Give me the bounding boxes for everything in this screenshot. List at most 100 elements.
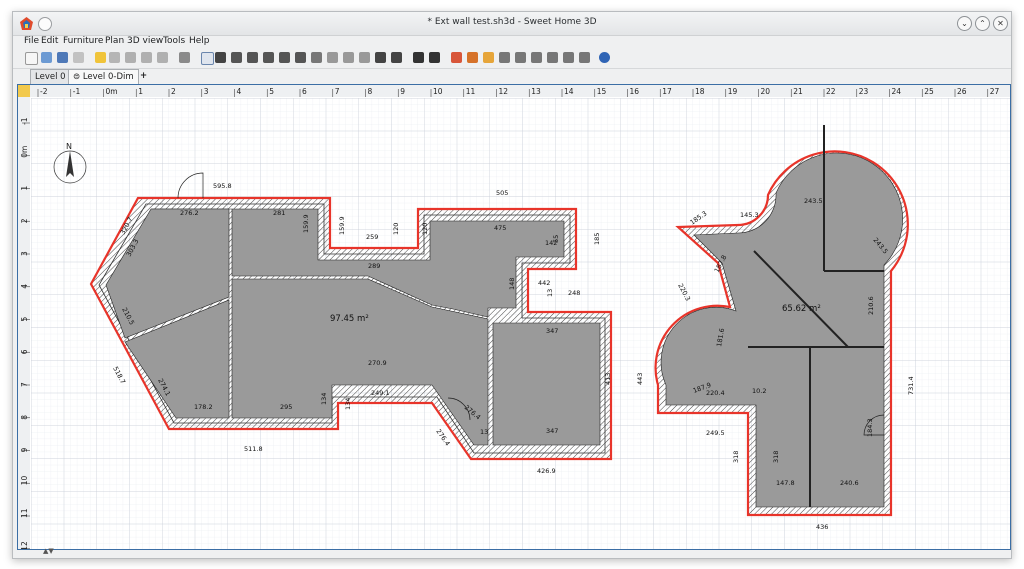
dimension-label: 120 [392,223,400,235]
dimension-label: 426.9 [537,467,556,475]
create-photo-icon[interactable] [413,52,424,63]
menu-help[interactable]: Help [189,36,210,46]
create-rooms-icon[interactable] [247,52,258,63]
modify-icon[interactable] [563,52,574,63]
ruler-label: 11 [466,87,476,96]
ruler-label: 4 [20,284,29,289]
ruler-label: 14 [564,87,574,96]
ruler-label: 0m [20,146,29,158]
redo-icon[interactable] [109,52,120,63]
paste-icon[interactable] [157,52,168,63]
dimension-label: 159.9 [302,214,310,233]
dimension-label: 120 [421,223,429,235]
dimension-label: 134 [320,393,328,405]
dimension-label: 259 [366,233,378,241]
split-icon[interactable] [499,52,510,63]
walls-icon[interactable] [451,52,462,63]
create-labels-icon[interactable] [295,52,306,63]
dimension-label: 295 [280,403,292,411]
check-icon[interactable] [579,52,590,63]
ruler-label: 8 [368,87,373,96]
create-polylines-icon[interactable] [263,52,274,63]
ruler-label: 24 [892,87,902,96]
ruler-label: 2 [20,218,29,223]
dimension-label: 413 [604,373,612,385]
toolbar [13,50,1011,69]
bold-icon[interactable] [359,52,370,63]
ruler-label: 22 [826,87,836,96]
ruler-label: 20 [761,87,771,96]
flip-icon[interactable] [531,52,542,63]
plan-canvas[interactable]: -2 -1 0m 1 2 3 4 5 6 7 8 9 10 11 12 13 14 15 16 17 18 19 20 21 2… [18,85,1010,549]
ruler-label: 1 [138,87,143,96]
save-icon[interactable] [57,52,68,63]
ruler-corner-icon [18,85,30,97]
menu-file[interactable]: File [24,36,39,46]
create-walls-icon[interactable] [231,52,242,63]
status-bar: ▲▼ [13,547,1011,558]
select-icon[interactable] [201,52,214,65]
text-style-icon[interactable] [311,52,322,63]
ruler-label: -2 [40,87,48,96]
help-icon[interactable] [599,52,610,63]
new-icon[interactable] [25,52,38,65]
tab-level-0-dim[interactable]: ⊜ Level 0-Dim [68,69,139,84]
ruler-label: 12 [499,87,509,96]
ruler-label: 26 [957,87,967,96]
create-video-icon[interactable] [429,52,440,63]
menu-3d-view[interactable]: 3D view [127,36,163,46]
ruler-label: 17 [662,87,672,96]
menu-plan[interactable]: Plan [105,36,124,46]
dimension-label: 243.5 [804,197,823,205]
ruler-label: 7 [20,382,29,387]
menu-bar: File Edit Furniture Plan 3D view Tools H… [13,36,1011,49]
menu-furniture[interactable]: Furniture [63,36,103,46]
ruler-label: 10 [433,87,443,96]
ruler-label: 5 [20,317,29,322]
menu-tools[interactable]: Tools [163,36,185,46]
add-level-icon[interactable]: + [136,69,151,83]
zoom-in-icon[interactable] [375,52,386,63]
create-dimensions-icon[interactable] [279,52,290,63]
ruler-label: 10 [20,475,29,485]
cut-tool-icon[interactable] [73,52,84,63]
increase-text-icon[interactable] [327,52,338,63]
ruler-label: 0m [106,87,118,96]
ruler-label: 21 [793,87,803,96]
plan-view[interactable]: -2 -1 0m 1 2 3 4 5 6 7 8 9 10 11 12 13 14 15 16 17 18 19 20 21 2… [17,84,1011,550]
dimension-label: 147.8 [776,479,795,487]
ruler-label: 25 [924,87,934,96]
dimension-label: 248 [568,289,580,297]
close-button[interactable]: ✕ [993,16,1008,31]
maximize-button[interactable]: ⌃ [975,16,990,31]
mirror-icon[interactable] [547,52,558,63]
add-furniture-icon[interactable] [179,52,190,63]
ruler-label: 3 [20,251,29,256]
ruler-label: 15 [597,87,607,96]
dimension-label: 148 [508,278,516,290]
undo-icon[interactable] [95,52,106,63]
furniture-icon[interactable] [483,52,494,63]
dimension-label: 318 [772,451,780,463]
menu-edit[interactable]: Edit [41,36,58,46]
decrease-text-icon[interactable] [343,52,354,63]
ruler-label: 9 [20,448,29,453]
open-icon[interactable] [41,52,52,63]
cut-icon[interactable] [125,52,136,63]
minimize-button[interactable]: ⌄ [957,16,972,31]
scroll-arrows-icon[interactable]: ▲▼ [43,547,54,555]
rooms-icon[interactable] [467,52,478,63]
zoom-out-icon[interactable] [391,52,402,63]
app-window: * Ext wall test.sh3d - Sweet Home 3D ⌄ ⌃… [12,11,1012,559]
join-icon[interactable] [515,52,526,63]
tab-level-0[interactable]: Level 0 [30,69,71,84]
pan-icon[interactable] [215,52,226,63]
dimension-label: 10.2 [752,387,766,395]
dimension-label: 276.2 [180,209,199,217]
dimension-label: 249.1 [371,389,390,397]
ruler-label: -1 [73,87,81,96]
dimension-label: 249.5 [706,429,725,437]
ruler-label: 12 [20,541,29,549]
copy-icon[interactable] [141,52,152,63]
dimension-label: 347 [546,427,558,435]
